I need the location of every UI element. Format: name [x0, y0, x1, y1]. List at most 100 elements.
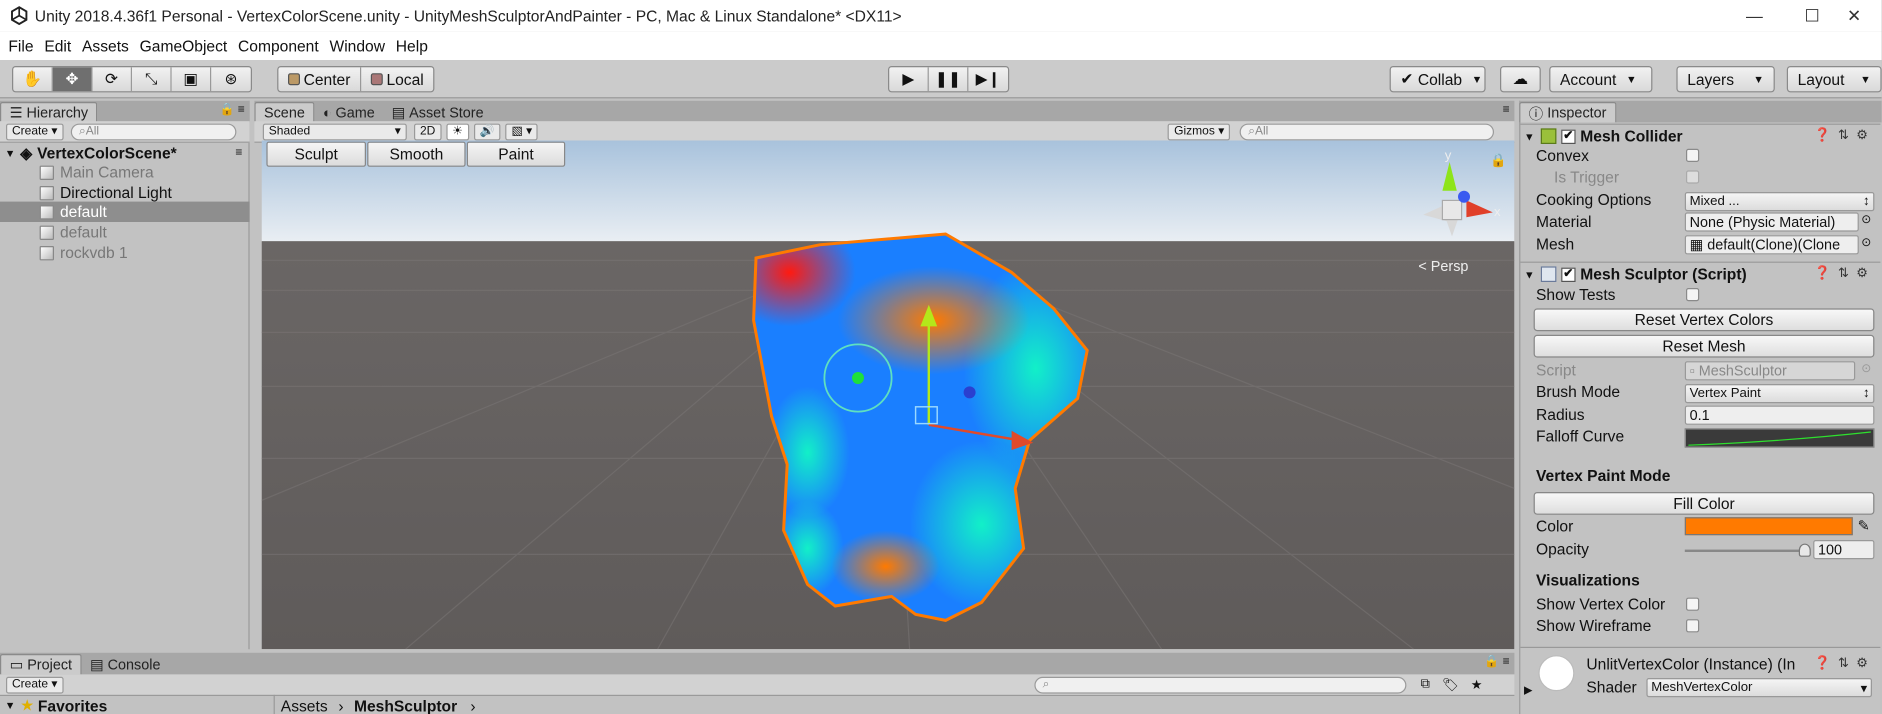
- expand-arrow-icon[interactable]: ▼: [5, 700, 16, 712]
- mesh-sculptor-enabled-checkbox[interactable]: ✔: [1561, 267, 1576, 282]
- project-create-dropdown[interactable]: Create ▾: [6, 676, 64, 693]
- breadcrumb-assets[interactable]: Assets: [281, 697, 328, 714]
- sculpt-button[interactable]: Sculpt: [266, 141, 366, 167]
- scene-viewport[interactable]: y x 🔒 < Persp: [261, 140, 1515, 650]
- cooking-options-dropdown[interactable]: Mixed ... ↕: [1684, 192, 1875, 212]
- scale-tool-icon[interactable]: ⤡: [132, 67, 172, 92]
- fill-color-button[interactable]: Fill Color: [1533, 492, 1875, 515]
- favorite-star-icon[interactable]: ★: [1471, 677, 1483, 692]
- collapse-arrow-icon[interactable]: ▼: [1524, 130, 1535, 142]
- brush-mode-dropdown[interactable]: Vertex Paint ↕: [1684, 384, 1875, 404]
- scene-search-input[interactable]: ⌕ All: [1239, 123, 1495, 140]
- smooth-button[interactable]: Smooth: [367, 141, 466, 167]
- minimize-button[interactable]: —: [1727, 0, 1782, 31]
- hierarchy-create-dropdown[interactable]: Create ▾: [6, 123, 64, 140]
- effects-dropdown[interactable]: ▧ ▾: [505, 123, 539, 140]
- menu-edit[interactable]: Edit: [44, 37, 71, 55]
- help-icon[interactable]: ❓: [1814, 655, 1830, 670]
- move-gizmo-z[interactable]: [963, 386, 976, 399]
- material-field[interactable]: None (Physic Material): [1684, 212, 1859, 232]
- object-picker-icon[interactable]: ⊙: [1861, 236, 1871, 249]
- menu-window[interactable]: Window: [329, 37, 385, 55]
- tab-game[interactable]: ◐ Game: [314, 102, 383, 122]
- mesh-field[interactable]: ▦ default(Clone)(Clone: [1684, 235, 1859, 255]
- color-swatch[interactable]: [1684, 517, 1853, 536]
- show-tests-checkbox[interactable]: [1686, 288, 1700, 302]
- rect-tool-icon[interactable]: ▣: [172, 67, 212, 92]
- convex-checkbox[interactable]: [1686, 148, 1700, 162]
- collab-dropdown[interactable]: ✔ Collab ▼: [1389, 66, 1486, 93]
- menu-help[interactable]: Help: [396, 37, 428, 55]
- panel-menu-icon[interactable]: 🔒 ≡: [220, 103, 245, 116]
- settings-gear-icon[interactable]: ⚙: [1856, 265, 1868, 280]
- rotate-tool-icon[interactable]: ⟳: [92, 67, 132, 92]
- tab-inspector[interactable]: ⓘ Inspector: [1519, 102, 1617, 123]
- filter-type-icon[interactable]: ⧉: [1421, 677, 1430, 693]
- scene-root-row[interactable]: ▼ ◈ VertexColorScene* ≡: [0, 143, 250, 163]
- layout-dropdown[interactable]: Layout ▼: [1786, 66, 1882, 93]
- filter-label-icon[interactable]: 🏷: [1442, 677, 1459, 692]
- tab-project[interactable]: ▭ Project: [0, 654, 82, 675]
- expand-arrow-icon[interactable]: ▶: [1524, 684, 1532, 697]
- shader-dropdown[interactable]: MeshVertexColor ▾: [1646, 678, 1873, 698]
- account-dropdown[interactable]: Account ▼: [1549, 66, 1653, 93]
- hierarchy-item[interactable]: rockvdb 1: [0, 242, 250, 262]
- hierarchy-search-input[interactable]: ⌕ All: [70, 123, 237, 140]
- settings-gear-icon[interactable]: ⚙: [1856, 127, 1868, 142]
- expand-arrow-icon[interactable]: ▼: [5, 147, 16, 159]
- reset-vertex-colors-button[interactable]: Reset Vertex Colors: [1533, 308, 1875, 332]
- falloff-curve-field[interactable]: [1684, 428, 1875, 448]
- radius-input[interactable]: 0.1: [1684, 405, 1875, 425]
- hand-tool-icon[interactable]: ✋: [13, 67, 53, 92]
- shading-mode-dropdown[interactable]: Shaded ▾: [262, 123, 407, 140]
- play-button[interactable]: ▶: [889, 67, 929, 92]
- preset-icon[interactable]: ⇅: [1838, 655, 1849, 670]
- tab-scene[interactable]: Scene: [254, 102, 315, 123]
- opacity-slider-thumb[interactable]: [1798, 543, 1811, 557]
- reset-mesh-button[interactable]: Reset Mesh: [1533, 334, 1875, 358]
- pivot-center-button[interactable]: Center: [278, 67, 362, 92]
- lighting-toggle[interactable]: ☀: [446, 123, 469, 140]
- menu-component[interactable]: Component: [238, 37, 319, 55]
- hierarchy-item-selected[interactable]: default: [0, 201, 250, 223]
- close-button[interactable]: ✕: [1826, 0, 1881, 31]
- menu-assets[interactable]: Assets: [82, 37, 129, 55]
- show-vertex-color-checkbox[interactable]: [1686, 597, 1700, 611]
- menu-gameobject[interactable]: GameObject: [140, 37, 228, 55]
- help-icon[interactable]: ❓: [1814, 127, 1830, 142]
- eyedropper-icon[interactable]: ✎: [1858, 517, 1870, 534]
- hierarchy-item[interactable]: Main Camera: [0, 162, 250, 182]
- preset-icon[interactable]: ⇅: [1838, 265, 1849, 280]
- show-wireframe-checkbox[interactable]: [1686, 619, 1700, 633]
- opacity-input[interactable]: 100: [1813, 540, 1875, 560]
- gizmos-dropdown[interactable]: Gizmos ▾: [1168, 123, 1231, 140]
- hierarchy-item[interactable]: Directional Light: [0, 182, 250, 202]
- collapse-arrow-icon[interactable]: ▼: [1524, 268, 1535, 280]
- cloud-button[interactable]: ☁: [1500, 66, 1541, 93]
- persp-label[interactable]: < Persp: [1418, 259, 1468, 275]
- move-tool-icon[interactable]: ✥: [52, 67, 93, 92]
- transform-tool-icon[interactable]: ⊛: [211, 67, 251, 91]
- mesh-collider-enabled-checkbox[interactable]: ✔: [1561, 129, 1576, 144]
- scene-menu-icon[interactable]: ≡: [235, 146, 242, 159]
- layers-dropdown[interactable]: Layers ▼: [1676, 66, 1775, 93]
- panel-menu-icon[interactable]: 🔒 ≡: [1484, 655, 1509, 668]
- favorites-label[interactable]: Favorites: [38, 697, 107, 714]
- tab-asset-store[interactable]: ▤ Asset Store: [383, 102, 492, 122]
- audio-toggle[interactable]: 🔊: [473, 123, 501, 140]
- panel-menu-icon[interactable]: ≡: [1503, 103, 1510, 116]
- hierarchy-item[interactable]: default: [0, 222, 250, 242]
- breadcrumb-meshsculptor[interactable]: MeshSculptor: [354, 697, 457, 714]
- step-button[interactable]: ▶❙: [968, 67, 1008, 91]
- pause-button[interactable]: ❚❚: [929, 67, 969, 92]
- paint-button[interactable]: Paint: [466, 141, 566, 167]
- tab-console[interactable]: ▤ Console: [82, 654, 169, 674]
- lock-icon[interactable]: 🔒: [1490, 152, 1506, 167]
- menu-file[interactable]: File: [8, 37, 33, 55]
- mode-2d-toggle[interactable]: 2D: [414, 123, 442, 140]
- help-icon[interactable]: ❓: [1814, 265, 1830, 280]
- project-search-input[interactable]: ⌕: [1034, 676, 1407, 693]
- scene-render[interactable]: y x 🔒 < Persp: [261, 140, 1515, 650]
- preset-icon[interactable]: ⇅: [1838, 127, 1849, 142]
- settings-gear-icon[interactable]: ⚙: [1856, 655, 1868, 670]
